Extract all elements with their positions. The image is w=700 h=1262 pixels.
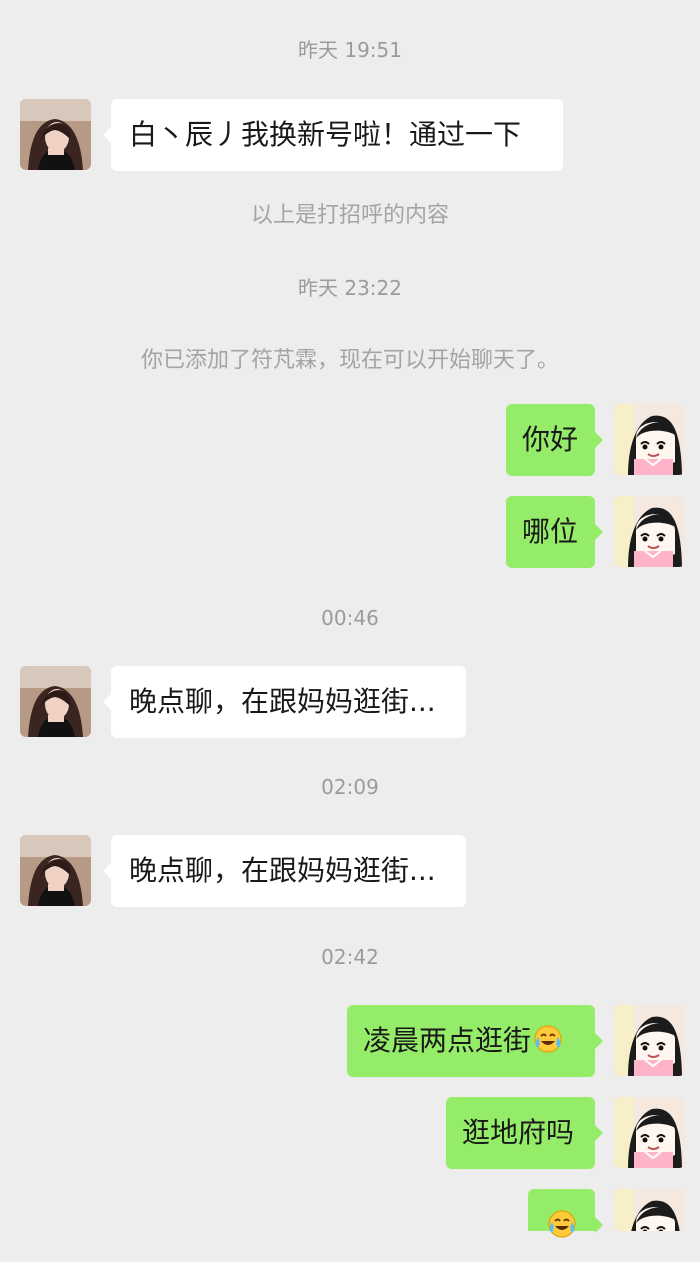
message-text: 你好: [522, 423, 579, 456]
message-text: 白丶辰丿我换新号啦！通过一下: [129, 118, 522, 151]
my-avatar[interactable]: [614, 496, 685, 567]
message-bubble-incoming[interactable]: 晚点聊，在跟妈妈逛街...: [103, 666, 466, 738]
message-text: 哪位: [522, 515, 579, 548]
laughing-crying-emoji-icon: [547, 1209, 577, 1239]
system-message: 你已添加了符芃霖，现在可以开始聊天了。: [140, 348, 559, 373]
message-text: 晚点聊，在跟妈妈逛街...: [129, 685, 436, 718]
my-avatar[interactable]: [614, 1189, 685, 1231]
contact-avatar[interactable]: [20, 835, 91, 906]
message-bubble-outgoing[interactable]: 哪位: [506, 496, 603, 568]
message-text: 逛地府吗: [462, 1116, 575, 1149]
message-bubble-outgoing[interactable]: [528, 1189, 603, 1238]
message-bubble-outgoing[interactable]: 凌晨两点逛街: [347, 1005, 603, 1077]
my-avatar[interactable]: [614, 1097, 685, 1168]
timestamp: 02:09: [321, 775, 379, 799]
message-bubble-outgoing[interactable]: 你好: [506, 404, 603, 476]
laughing-crying-emoji-icon: [533, 1024, 563, 1054]
timestamp: 昨天 19:51: [298, 38, 402, 62]
timestamp: 昨天 23:22: [298, 276, 402, 300]
contact-avatar[interactable]: [20, 666, 91, 737]
contact-avatar[interactable]: [20, 99, 91, 170]
timestamp: 02:42: [321, 945, 379, 969]
chat-view: 昨天 19:51 白丶辰丿我换新号啦！通过一下 以上是打招呼的内容 昨天 23:…: [0, 0, 700, 1238]
timestamp: 00:46: [321, 606, 379, 630]
message-content: 凌晨两点逛街: [363, 1005, 563, 1077]
message-bubble-incoming[interactable]: 晚点聊，在跟妈妈逛街...: [103, 835, 466, 907]
my-avatar[interactable]: [614, 1005, 685, 1076]
system-message: 以上是打招呼的内容: [250, 203, 449, 228]
message-bubble-incoming[interactable]: 白丶辰丿我换新号啦！通过一下: [103, 99, 563, 171]
message-bubble-outgoing[interactable]: 逛地府吗: [446, 1097, 603, 1169]
message-text: 凌晨两点逛街: [363, 1024, 532, 1057]
my-avatar[interactable]: [614, 404, 685, 475]
message-text: 晚点聊，在跟妈妈逛街...: [129, 854, 436, 887]
